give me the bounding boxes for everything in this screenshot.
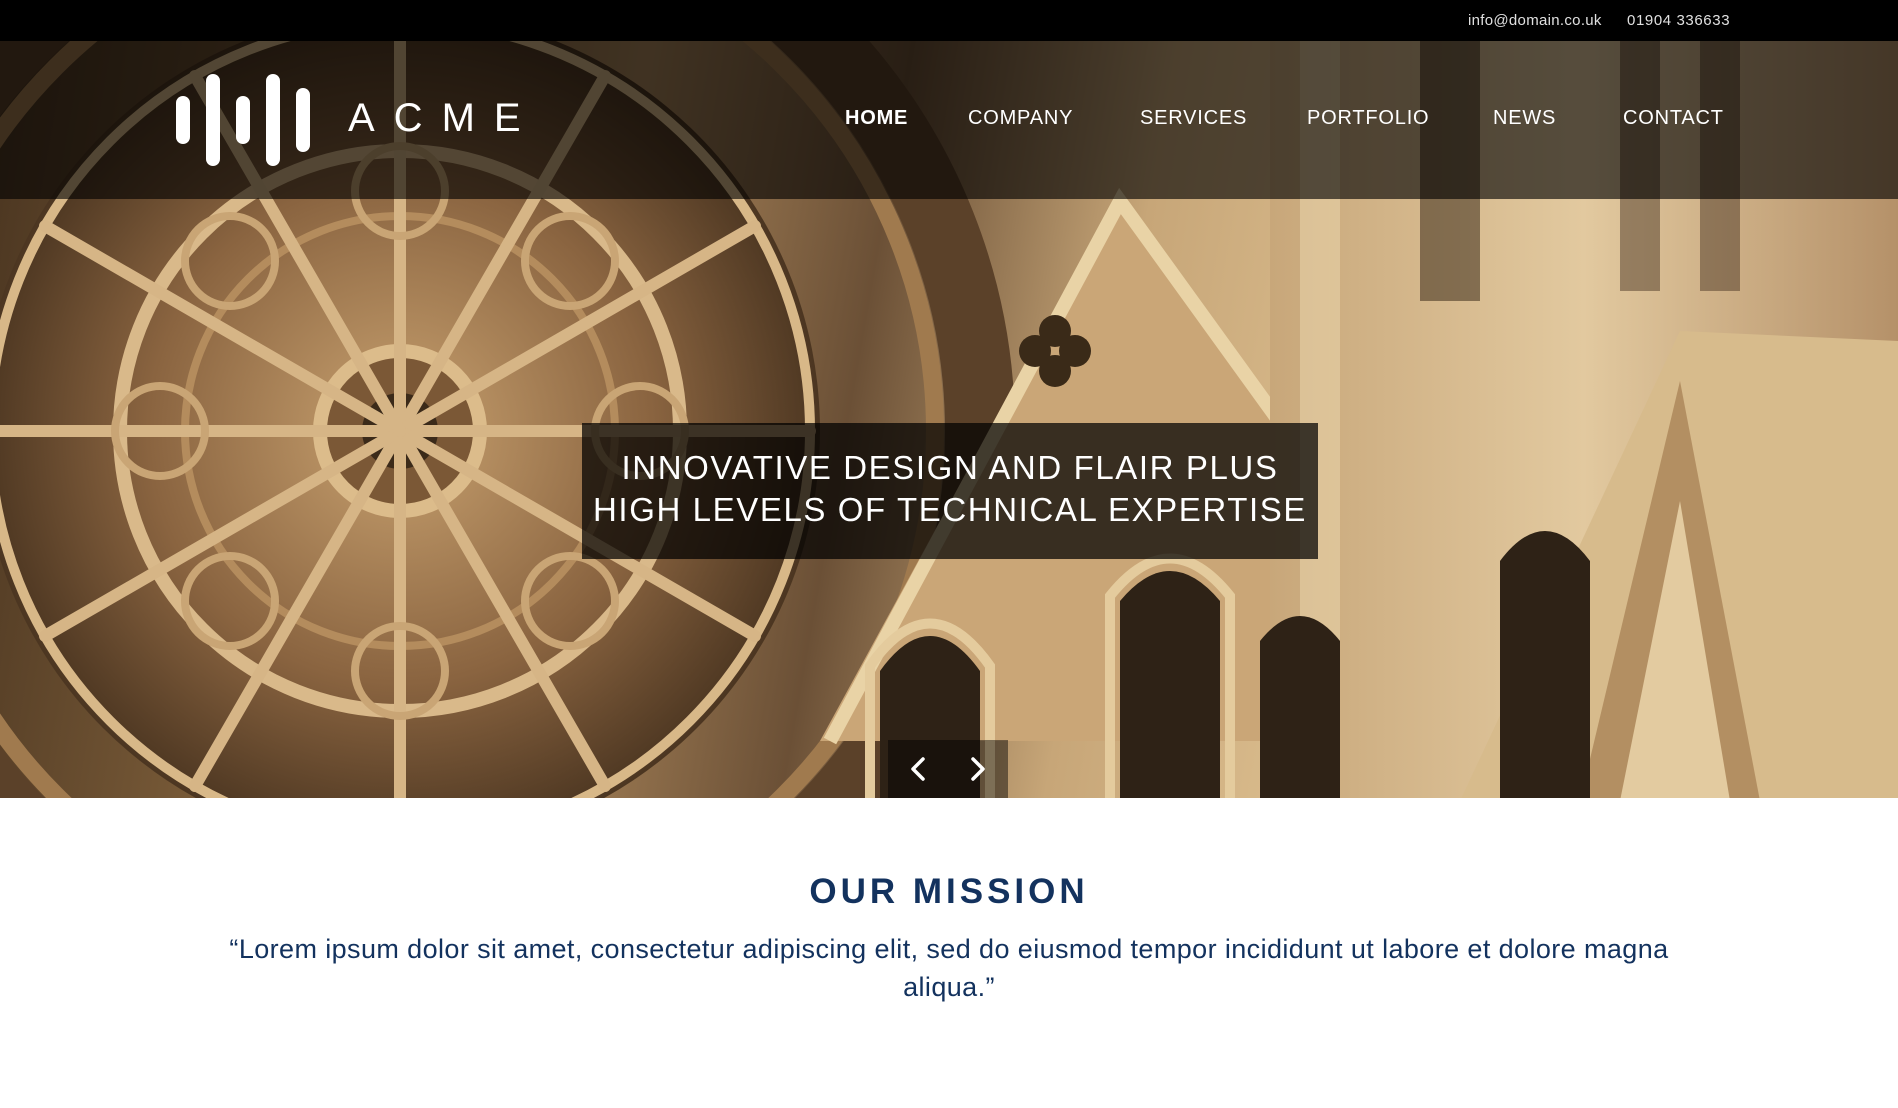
nav-item-contact[interactable]: CONTACT	[1623, 107, 1724, 130]
nav-item-home[interactable]: HOME	[845, 107, 908, 130]
nav-item-news[interactable]: NEWS	[1493, 107, 1556, 130]
chevron-right-icon	[971, 757, 985, 781]
hero-caption: INNOVATIVE DESIGN AND FLAIR PLUS HIGH LE…	[582, 423, 1318, 559]
mission-heading: OUR MISSION	[809, 872, 1089, 911]
nav-item-portfolio[interactable]: PORTFOLIO	[1307, 107, 1429, 130]
nav-item-company[interactable]: COMPANY	[968, 107, 1073, 130]
contact-email-link[interactable]: info@domain.co.uk	[1468, 12, 1602, 29]
chevron-left-icon	[911, 757, 925, 781]
hero-headline-line-1: INNOVATIVE DESIGN AND FLAIR PLUS	[621, 449, 1279, 486]
nav-item-services[interactable]: SERVICES	[1140, 107, 1247, 130]
contact-phone-link[interactable]: 01904 336633	[1627, 12, 1730, 29]
slider-prev-button[interactable]	[902, 752, 936, 786]
mission-quote: “Lorem ipsum dolor sit amet, consectetur…	[229, 934, 1669, 1002]
brand-logo[interactable]: ACME	[176, 74, 521, 166]
slider-controls	[888, 740, 1008, 798]
hero-headline-line-2: HIGH LEVELS OF TECHNICAL EXPERTISE	[593, 491, 1307, 528]
brand-name: ACME	[348, 96, 540, 140]
slider-next-button[interactable]	[960, 752, 994, 786]
top-contact-bar: info@domain.co.uk 01904 336633	[0, 0, 1898, 41]
